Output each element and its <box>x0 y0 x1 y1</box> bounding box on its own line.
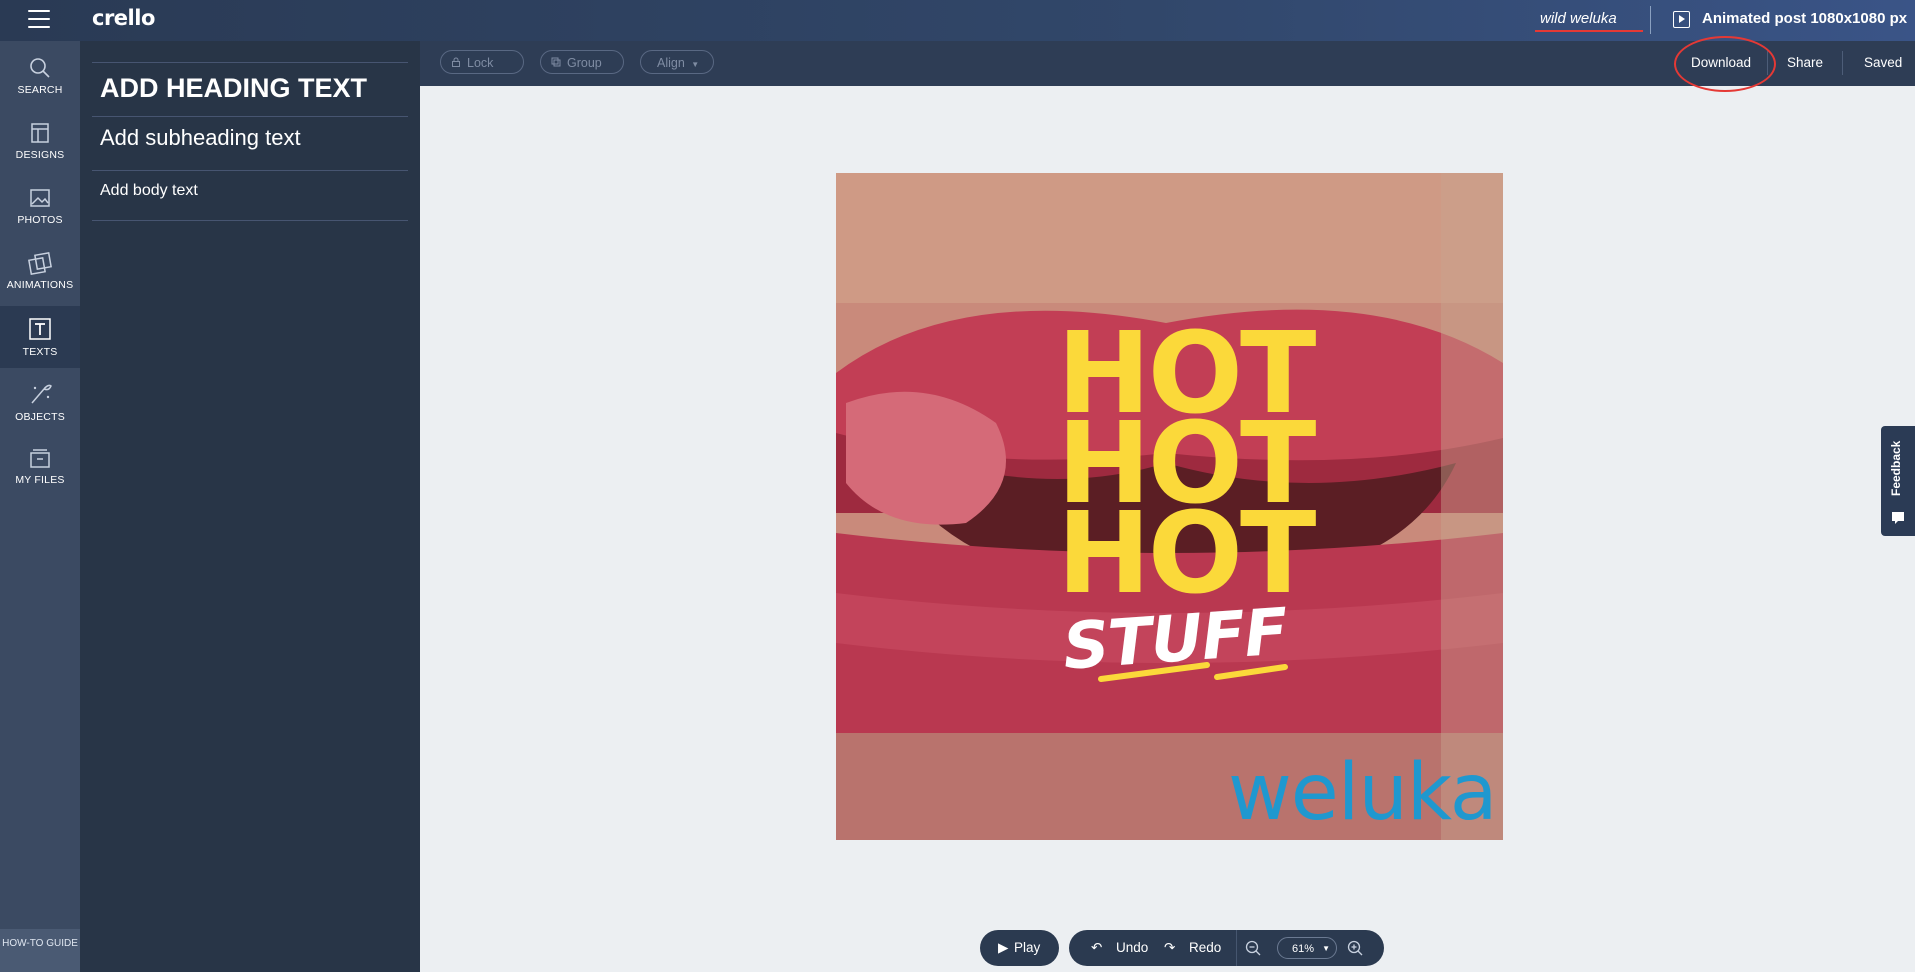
document-name-underline <box>1535 30 1643 32</box>
header-divider <box>1650 6 1651 34</box>
undo-button[interactable]: Undo <box>1116 940 1148 955</box>
designs-icon <box>31 123 49 143</box>
texts-panel: ADD HEADING TEXT Add subheading text Add… <box>80 41 420 972</box>
play-icon: ▶ <box>998 940 1009 955</box>
play-format-icon <box>1673 11 1690 28</box>
format-label[interactable]: Animated post 1080x1080 px <box>1702 10 1907 27</box>
align-dropdown[interactable]: Align ▼ <box>640 50 714 74</box>
sidebar-item-designs[interactable]: DESIGNS <box>0 111 80 173</box>
sidebar-item-label: SEARCH <box>17 84 63 96</box>
sidebar-item-label: PHOTOS <box>17 214 63 226</box>
text-icon <box>29 318 51 340</box>
left-sidebar: SEARCH DESIGNS PHOTOS ANIMATIONS TEXTS O… <box>0 41 80 972</box>
saved-status: Saved <box>1864 55 1903 70</box>
group-icon <box>551 57 561 67</box>
toolbar-divider <box>1842 51 1843 75</box>
play-label: Play <box>1014 940 1041 955</box>
hot-text-3[interactable]: HOT <box>1057 498 1316 610</box>
sidebar-item-animations[interactable]: ANIMATIONS <box>0 241 80 303</box>
redo-icon[interactable]: ↷ <box>1164 940 1175 956</box>
sidebar-item-label: MY FILES <box>15 474 65 486</box>
chevron-down-icon: ▼ <box>1322 944 1330 953</box>
panel-divider <box>92 170 408 171</box>
sidebar-item-objects[interactable]: OBJECTS <box>0 371 80 433</box>
sidebar-item-texts[interactable]: TEXTS <box>0 306 80 368</box>
sidebar-item-label: TEXTS <box>22 346 58 358</box>
lock-icon <box>452 57 460 67</box>
redo-button[interactable]: Redo <box>1189 940 1221 955</box>
design-canvas[interactable]: HOT HOT HOT STUFF weluka <box>836 173 1503 840</box>
zoom-out-icon[interactable] <box>1245 940 1261 956</box>
weluka-logo-text[interactable]: weluka <box>1228 748 1497 838</box>
sidebar-item-label: OBJECTS <box>15 411 65 423</box>
folder-icon <box>30 449 50 468</box>
how-to-guide-button[interactable]: HOW-TO GUIDE <box>0 929 80 972</box>
menu-icon[interactable] <box>28 10 50 28</box>
document-name[interactable]: wild weluka <box>1540 10 1617 27</box>
animations-icon <box>28 252 52 275</box>
chevron-down-icon: ▼ <box>691 60 700 69</box>
sidebar-item-label: ANIMATIONS <box>6 279 74 291</box>
align-label: Align <box>657 56 685 70</box>
objects-icon <box>31 384 52 404</box>
feedback-tab[interactable]: Feedback <box>1881 426 1915 536</box>
add-body-text[interactable]: Add body text <box>100 182 198 200</box>
panel-divider <box>92 220 408 221</box>
add-heading-text[interactable]: ADD HEADING TEXT <box>100 73 367 104</box>
zoom-in-icon[interactable] <box>1347 940 1363 956</box>
add-subheading-text[interactable]: Add subheading text <box>100 125 301 151</box>
top-bar: crello wild weluka Animated post 1080x10… <box>0 0 1915 41</box>
play-button[interactable]: ▶ Play <box>980 930 1059 966</box>
photo-icon <box>30 189 50 207</box>
panel-divider <box>92 116 408 117</box>
share-button[interactable]: Share <box>1787 55 1823 70</box>
group-label: Group <box>567 56 602 70</box>
stuff-underline <box>1098 662 1288 682</box>
sidebar-item-my-files[interactable]: MY FILES <box>0 436 80 498</box>
download-annotation-circle <box>1674 36 1776 92</box>
group-button[interactable]: Group <box>540 50 624 74</box>
sidebar-item-search[interactable]: SEARCH <box>0 46 80 108</box>
feedback-icon <box>1892 512 1904 524</box>
panel-divider <box>92 62 408 63</box>
feedback-label: Feedback <box>1889 440 1903 496</box>
sidebar-item-label: DESIGNS <box>15 149 65 161</box>
bottom-divider <box>1236 930 1237 966</box>
crello-logo[interactable]: crello <box>92 6 155 30</box>
lock-label: Lock <box>467 56 494 70</box>
zoom-value: 61% <box>1292 943 1315 955</box>
undo-icon[interactable]: ↶ <box>1091 940 1102 956</box>
zoom-select[interactable]: 61% ▼ <box>1277 937 1337 959</box>
search-icon <box>30 58 50 78</box>
lock-button[interactable]: Lock <box>440 50 524 74</box>
sidebar-item-photos[interactable]: PHOTOS <box>0 176 80 238</box>
